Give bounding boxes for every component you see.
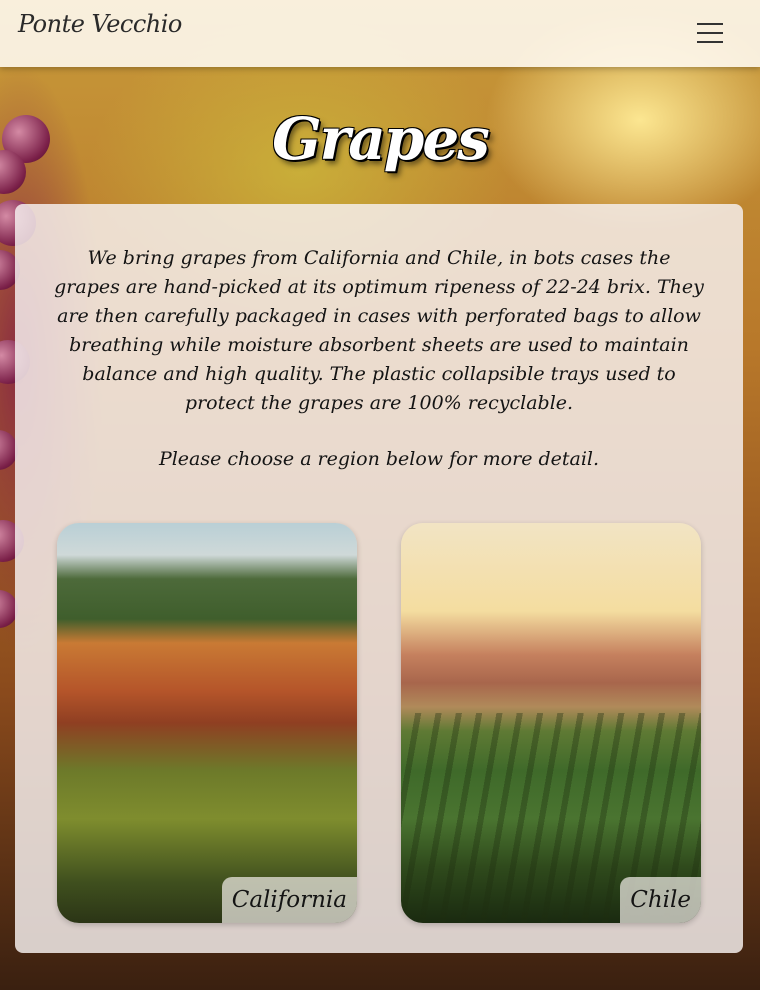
page-title: Grapes [272, 105, 490, 173]
region-prompt: Please choose a region below for more de… [158, 448, 600, 470]
content-panel: We bring grapes from California and Chil… [15, 204, 743, 953]
region-card-chile[interactable]: Chile [401, 523, 701, 923]
region-card-label: California [221, 877, 357, 923]
region-card-label: Chile [620, 877, 701, 923]
site-logo[interactable]: Ponte Vecchio [18, 10, 182, 38]
site-header: Ponte Vecchio [0, 0, 760, 67]
intro-text: We bring grapes from California and Chil… [54, 247, 704, 414]
region-card-california[interactable]: California [57, 523, 357, 923]
hamburger-menu-icon[interactable] [690, 18, 730, 48]
